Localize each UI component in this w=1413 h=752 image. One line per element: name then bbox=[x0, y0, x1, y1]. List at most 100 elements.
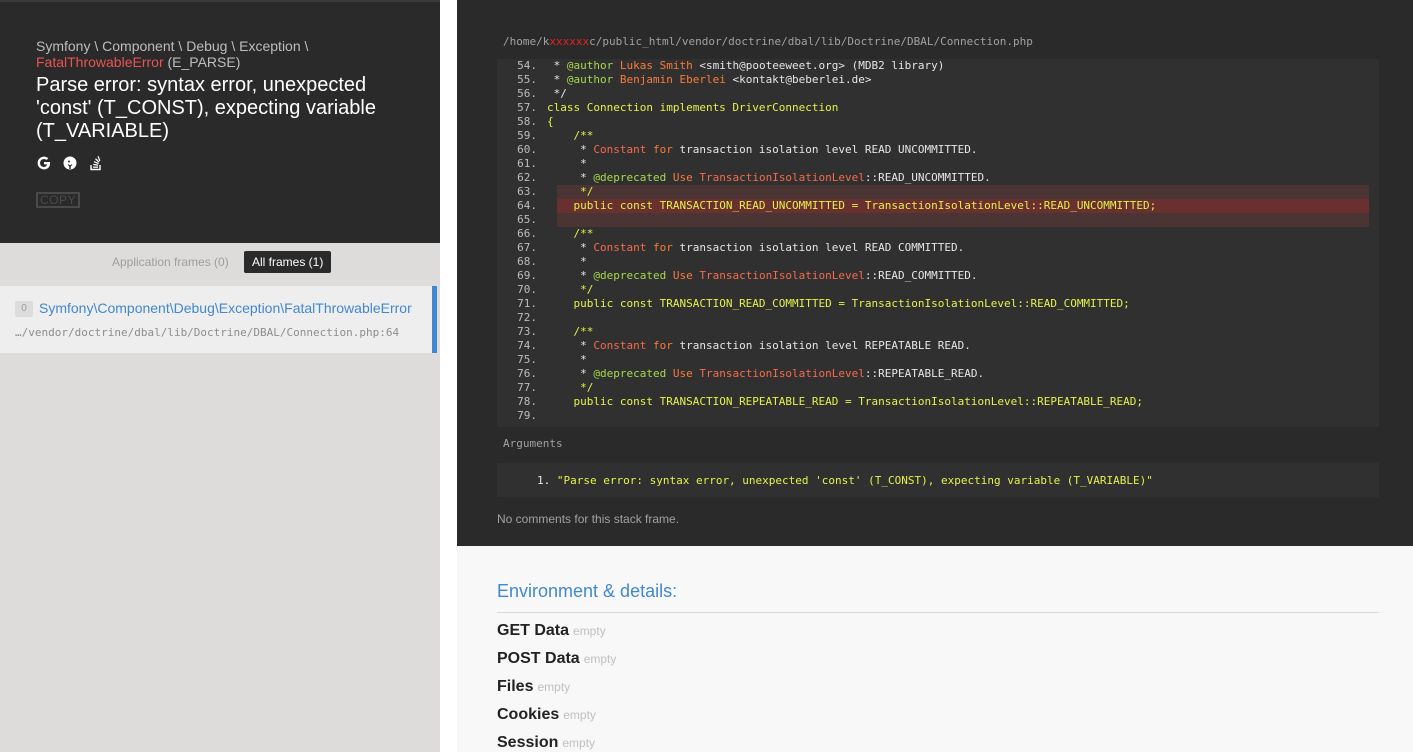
environment-title: Environment & details: bbox=[497, 581, 1379, 613]
line-number: 74. bbox=[517, 339, 537, 352]
environment-section: Environment & details: GET Data empty POS… bbox=[457, 546, 1413, 752]
line-code: /** bbox=[573, 129, 594, 142]
code-line: 72. bbox=[497, 311, 547, 325]
line-code: { bbox=[547, 115, 554, 128]
exception-message: Parse error: syntax error, unexpected 'c… bbox=[36, 74, 376, 142]
exception-namespace: Symfony \ Component \ Debug \ Exception … bbox=[36, 38, 309, 54]
line-number: 59. bbox=[517, 129, 537, 142]
file-path[interactable]: /home/kxxxxxxc/public_html/vendor/doctri… bbox=[503, 35, 1033, 48]
code-line: 57. class Connection implements DriverCon… bbox=[497, 101, 838, 115]
code-line: 56. */ bbox=[497, 87, 567, 101]
exception-code: (E_PARSE) bbox=[167, 54, 241, 70]
line-code: * @deprecated Use TransactionIsolationLe… bbox=[547, 269, 978, 282]
code-line: 67. * Constant for transaction isolation… bbox=[497, 241, 964, 255]
code-line: 63. */ bbox=[497, 185, 593, 199]
env-post-data: POST Data empty bbox=[497, 650, 617, 667]
arguments-block: 1. "Parse error: syntax error, unexpecte… bbox=[497, 463, 1379, 497]
code-line: 77. */ bbox=[497, 381, 593, 395]
line-code: * bbox=[547, 157, 587, 170]
code-line: 59. /** bbox=[497, 129, 593, 143]
copy-button[interactable]: COPY bbox=[36, 192, 81, 208]
line-number: 78. bbox=[517, 395, 537, 408]
code-line: 79. bbox=[497, 409, 547, 423]
code-line: 71. public const TRANSACTION_READ_COMMIT… bbox=[497, 297, 1130, 311]
duckduckgo-icon[interactable] bbox=[62, 154, 78, 172]
line-number: 73. bbox=[517, 325, 537, 338]
search-icons bbox=[36, 154, 104, 174]
line-number: 70. bbox=[517, 283, 537, 296]
line-code: * Constant for transaction isolation lev… bbox=[547, 143, 978, 156]
line-code: /** bbox=[573, 227, 594, 240]
line-number: 65. bbox=[517, 213, 537, 226]
code-line: 65. bbox=[497, 213, 547, 227]
code-line: 66. /** bbox=[497, 227, 593, 241]
code-line: 70. */ bbox=[497, 283, 593, 297]
line-code: */ bbox=[580, 185, 594, 198]
code-line: 73. /** bbox=[497, 325, 593, 339]
line-number: 76. bbox=[517, 367, 537, 380]
left-panel: Symfony \ Component \ Debug \ Exception … bbox=[0, 0, 440, 752]
stack-frame[interactable]: 0 Symfony\Component\Debug\Exception\Fata… bbox=[0, 286, 437, 353]
code-line: 54. * @author Lukas Smith <smith@pooteew… bbox=[497, 59, 944, 73]
line-code: public const TRANSACTION_REPEATABLE_READ… bbox=[573, 395, 1144, 408]
line-code: */ bbox=[547, 87, 567, 100]
no-comments-text: No comments for this stack frame. bbox=[497, 512, 680, 526]
line-code: * @deprecated Use TransactionIsolationLe… bbox=[547, 171, 991, 184]
line-code: /** bbox=[573, 325, 594, 338]
frame-index: 0 bbox=[15, 301, 33, 317]
frame-details: /home/kxxxxxxc/public_html/vendor/doctri… bbox=[457, 0, 1413, 546]
exception-class: FatalThrowableError (E_PARSE) bbox=[36, 54, 240, 70]
line-code: * bbox=[547, 255, 587, 268]
code-line: 61. * bbox=[497, 157, 587, 171]
line-number: 64. bbox=[517, 199, 537, 212]
line-number: 68. bbox=[517, 255, 537, 268]
line-number: 72. bbox=[517, 311, 537, 324]
line-number: 75. bbox=[517, 353, 537, 366]
line-number: 57. bbox=[517, 101, 537, 114]
env-get-data: GET Data empty bbox=[497, 622, 606, 639]
line-number: 66. bbox=[517, 227, 537, 240]
frame-file: …/vendor/doctrine/dbal/lib/Doctrine/DBAL… bbox=[15, 326, 400, 339]
exception-class-name: FatalThrowableError bbox=[36, 54, 164, 70]
line-code: public const TRANSACTION_READ_UNCOMMITTE… bbox=[573, 199, 1157, 212]
line-number: 71. bbox=[517, 297, 537, 310]
code-line: 62. * @deprecated Use TransactionIsolati… bbox=[497, 171, 991, 185]
line-code: * @author Benjamin Eberlei <kontakt@bebe… bbox=[547, 73, 872, 86]
env-cookies: Cookies empty bbox=[497, 706, 596, 723]
line-number: 54. bbox=[517, 59, 537, 72]
frames-filter: Application frames (0) All frames (1) bbox=[0, 243, 440, 281]
arguments-title: Arguments bbox=[503, 437, 563, 450]
line-number: 79. bbox=[517, 409, 537, 422]
line-number: 56. bbox=[517, 87, 537, 100]
stackoverflow-icon[interactable] bbox=[88, 154, 104, 172]
env-files: Files empty bbox=[497, 678, 571, 695]
line-number: 69. bbox=[517, 269, 537, 282]
line-code: * Constant for transaction isolation lev… bbox=[547, 339, 971, 352]
code-line: 64. public const TRANSACTION_READ_UNCOMM… bbox=[497, 199, 1156, 213]
code-line: 74. * Constant for transaction isolation… bbox=[497, 339, 971, 353]
line-number: 60. bbox=[517, 143, 537, 156]
google-icon[interactable] bbox=[36, 154, 52, 172]
code-line: 75. * bbox=[497, 353, 587, 367]
panel-divider bbox=[440, 0, 457, 752]
all-frames-tab[interactable]: All frames (1) bbox=[244, 251, 332, 273]
code-line: 78. public const TRANSACTION_REPEATABLE_… bbox=[497, 395, 1143, 409]
line-number: 55. bbox=[517, 73, 537, 86]
argument-item: 1. "Parse error: syntax error, unexpecte… bbox=[537, 474, 1153, 487]
code-line: 68. * bbox=[497, 255, 587, 269]
line-code: public const TRANSACTION_READ_COMMITTED … bbox=[573, 297, 1130, 310]
exception-header: Symfony \ Component \ Debug \ Exception … bbox=[0, 0, 440, 243]
argument-value: "Parse error: syntax error, unexpected '… bbox=[556, 474, 1153, 487]
line-code: class Connection implements DriverConnec… bbox=[547, 101, 839, 114]
frame-class: Symfony\Component\Debug\Exception\FatalT… bbox=[39, 300, 412, 316]
application-frames-tab[interactable]: Application frames (0) bbox=[112, 255, 229, 269]
code-block: 54. * @author Lukas Smith <smith@pooteew… bbox=[497, 59, 1379, 427]
line-code: * Constant for transaction isolation lev… bbox=[547, 241, 965, 254]
code-line: 60. * Constant for transaction isolation… bbox=[497, 143, 977, 157]
line-number: 61. bbox=[517, 157, 537, 170]
code-line: 76. * @deprecated Use TransactionIsolati… bbox=[497, 367, 984, 381]
line-number: 67. bbox=[517, 241, 537, 254]
line-number: 77. bbox=[517, 381, 537, 394]
env-session: Session empty bbox=[497, 734, 596, 751]
line-number: 63. bbox=[517, 185, 537, 198]
